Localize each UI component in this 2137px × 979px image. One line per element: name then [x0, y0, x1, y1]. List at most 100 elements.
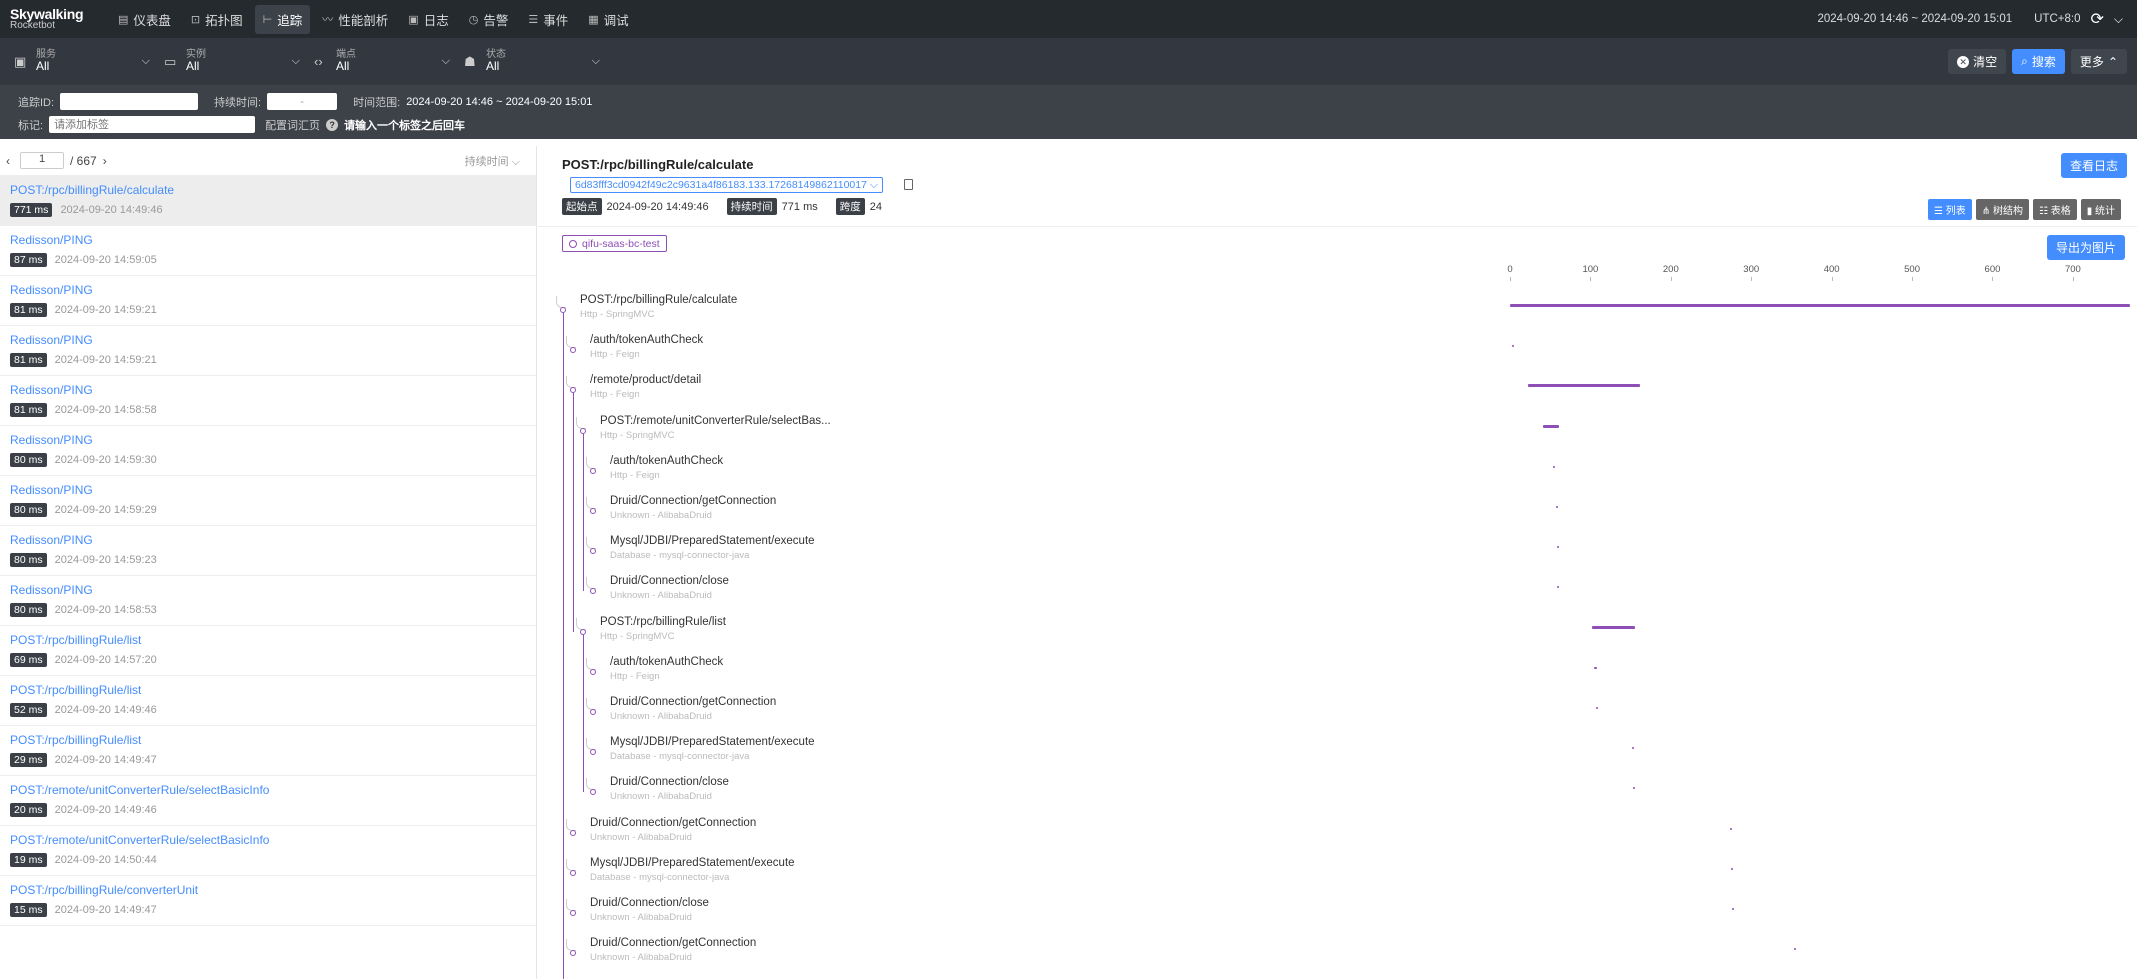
span-name[interactable]: Druid/Connection/getConnection: [590, 937, 756, 949]
span-duration-bar[interactable]: [1542, 424, 1560, 428]
tags-input[interactable]: [49, 116, 256, 133]
nav-item-1[interactable]: ⊡ 拓扑图: [183, 5, 251, 34]
timezone-display[interactable]: UTC+8:0: [2034, 13, 2080, 25]
trace-list-item[interactable]: POST:/rpc/billingRule/list 29 ms 2024-09-2…: [0, 726, 536, 776]
time-range-value[interactable]: 2024-09-20 14:46 ~ 2024-09-20 15:01: [406, 96, 592, 108]
span-name[interactable]: /auth/tokenAuthCheck: [610, 656, 723, 668]
span-row[interactable]: Mysql/JDBI/PreparedStatement/execute Data…: [538, 736, 2137, 776]
trace-list-item[interactable]: Redisson/PING 80 ms 2024-09-20 14:59:29: [0, 476, 536, 526]
span-duration-bar[interactable]: [1596, 707, 1599, 709]
trace-id-select[interactable]: 6d83fff3cd0942f49c2c9631a4f86183.133.172…: [570, 177, 883, 193]
span-name[interactable]: /remote/product/detail: [590, 374, 701, 386]
span-row[interactable]: Druid/Connection/getConnection Unknown - …: [538, 817, 2137, 857]
span-row[interactable]: /remote/product/detail Http - Feign: [538, 374, 2137, 414]
span-row[interactable]: /auth/tokenAuthCheck Http - Feign: [538, 656, 2137, 696]
trace-item-name[interactable]: Redisson/PING: [10, 283, 536, 297]
view-button-0[interactable]: ☰ 列表: [1928, 199, 1972, 220]
span-duration-bar[interactable]: [1730, 827, 1733, 830]
trace-item-name[interactable]: POST:/remote/unitConverterRule/selectBas…: [10, 833, 536, 847]
filter-select-3[interactable]: ☗ 状态 All ⌵: [464, 49, 614, 73]
span-name[interactable]: POST:/remote/unitConverterRule/selectBas…: [600, 415, 831, 427]
trace-item-name[interactable]: Redisson/PING: [10, 483, 536, 497]
trace-item-name[interactable]: POST:/remote/unitConverterRule/selectBas…: [10, 783, 536, 797]
trace-list-item[interactable]: Redisson/PING 87 ms 2024-09-20 14:59:05: [0, 226, 536, 276]
nav-item-7[interactable]: ▦ 调试: [580, 5, 636, 34]
span-duration-bar[interactable]: [1553, 465, 1556, 468]
trace-item-name[interactable]: Redisson/PING: [10, 583, 536, 597]
page-input[interactable]: 1: [20, 152, 64, 169]
trace-list-item[interactable]: Redisson/PING 80 ms 2024-09-20 14:59:23: [0, 526, 536, 576]
trace-list-item[interactable]: POST:/remote/unitConverterRule/selectBas…: [0, 776, 536, 826]
span-duration-bar[interactable]: [1510, 304, 2130, 307]
trace-list-item[interactable]: Redisson/PING 80 ms 2024-09-20 14:58:53: [0, 576, 536, 626]
trace-list-item[interactable]: Redisson/PING 80 ms 2024-09-20 14:59:30: [0, 426, 536, 476]
filter-select-1[interactable]: ▭ 实例 All ⌵: [164, 49, 314, 73]
trace-list-item[interactable]: Redisson/PING 81 ms 2024-09-20 14:58:58: [0, 376, 536, 426]
search-button[interactable]: ⌕ 搜索: [2012, 49, 2065, 74]
span-duration-bar[interactable]: [1511, 345, 1514, 348]
trace-item-name[interactable]: Redisson/PING: [10, 533, 536, 547]
span-row[interactable]: Druid/Connection/close Unknown - AlibabaD…: [538, 575, 2137, 615]
export-image-button[interactable]: 导出为图片: [2046, 235, 2125, 260]
trace-list-item[interactable]: POST:/remote/unitConverterRule/selectBas…: [0, 826, 536, 876]
trace-item-name[interactable]: POST:/rpc/billingRule/calculate: [10, 183, 536, 197]
trace-item-name[interactable]: Redisson/PING: [10, 333, 536, 347]
span-name[interactable]: /auth/tokenAuthCheck: [610, 455, 723, 467]
span-name[interactable]: Mysql/JDBI/PreparedStatement/execute: [610, 736, 815, 748]
time-range-display[interactable]: 2024-09-20 14:46 ~ 2024-09-20 15:01: [1817, 13, 2012, 25]
view-log-button[interactable]: 查看日志: [2060, 153, 2127, 178]
sort-select[interactable]: 持续时间 ⌵: [465, 153, 520, 169]
trace-list-item[interactable]: POST:/rpc/billingRule/calculate 771 ms 202…: [0, 176, 536, 226]
span-duration-bar[interactable]: [1556, 546, 1559, 549]
nav-item-6[interactable]: ☰ 事件: [520, 5, 576, 34]
span-row[interactable]: POST:/rpc/billingRule/list Http - SpringM…: [538, 616, 2137, 656]
trace-item-name[interactable]: POST:/rpc/billingRule/list: [10, 733, 536, 747]
span-duration-bar[interactable]: [1793, 948, 1796, 951]
span-name[interactable]: Druid/Connection/close: [590, 897, 709, 909]
span-row[interactable]: POST:/remote/unitConverterRule/selectBas…: [538, 415, 2137, 455]
prev-page-icon[interactable]: ‹: [6, 154, 10, 168]
span-duration-bar[interactable]: [1557, 586, 1560, 589]
nav-item-5[interactable]: ◷ 告警: [461, 5, 517, 34]
span-name[interactable]: Druid/Connection/close: [610, 575, 729, 587]
span-name[interactable]: /auth/tokenAuthCheck: [590, 334, 703, 346]
nav-item-3[interactable]: 〰性能剖析: [314, 5, 396, 34]
nav-item-2[interactable]: ⊢ 追踪: [254, 4, 311, 34]
trace-item-name[interactable]: Redisson/PING: [10, 383, 536, 397]
logo[interactable]: Skywalking Rocketbot: [0, 7, 110, 31]
more-button[interactable]: 更多 ⌃: [2070, 49, 2127, 74]
nav-item-0[interactable]: ▤ 仪表盘: [110, 5, 179, 34]
span-name[interactable]: Mysql/JDBI/PreparedStatement/execute: [610, 535, 815, 547]
trace-id-input[interactable]: [60, 93, 199, 110]
span-duration-bar[interactable]: [1633, 787, 1636, 790]
config-link[interactable]: 配置词汇页: [265, 117, 320, 133]
nav-item-4[interactable]: ▣ 日志: [400, 5, 456, 34]
trace-item-name[interactable]: POST:/rpc/billingRule/list: [10, 633, 536, 647]
span-row[interactable]: POST:/rpc/billingRule/calculate Http - Sp…: [538, 294, 2137, 334]
view-button-1[interactable]: ⋔ 树结构: [1975, 199, 2029, 220]
duration-range-input[interactable]: -: [267, 93, 338, 110]
span-row[interactable]: /auth/tokenAuthCheck Http - Feign: [538, 334, 2137, 374]
span-name[interactable]: Druid/Connection/getConnection: [610, 696, 776, 708]
span-row[interactable]: Druid/Connection/getConnection Unknown - …: [538, 495, 2137, 535]
next-page-icon[interactable]: ›: [103, 154, 107, 168]
trace-item-name[interactable]: Redisson/PING: [10, 433, 536, 447]
help-icon[interactable]: ?: [326, 118, 339, 131]
trace-list-item[interactable]: POST:/rpc/billingRule/converterUnit 15 ms…: [0, 876, 536, 926]
service-tag[interactable]: qifu-saas-bc-test: [562, 235, 667, 252]
span-row[interactable]: Druid/Connection/getConnection Unknown - …: [538, 696, 2137, 736]
span-row[interactable]: Druid/Connection/close Unknown - AlibabaD…: [538, 897, 2137, 937]
view-button-3[interactable]: ▮ 统计: [2080, 199, 2121, 220]
trace-item-name[interactable]: POST:/rpc/billingRule/list: [10, 683, 536, 697]
filter-select-2[interactable]: ‹› 端点 All ⌵: [314, 49, 464, 73]
span-duration-bar[interactable]: [1594, 666, 1597, 669]
span-duration-bar[interactable]: [1632, 747, 1635, 750]
span-duration-bar[interactable]: [1555, 506, 1558, 508]
copy-icon[interactable]: [904, 179, 913, 190]
trace-item-name[interactable]: Redisson/PING: [10, 233, 536, 247]
span-name[interactable]: Mysql/JDBI/PreparedStatement/execute: [590, 857, 795, 869]
span-duration-bar[interactable]: [1527, 384, 1641, 388]
view-button-2[interactable]: ☷ 表格: [2032, 199, 2077, 220]
span-name[interactable]: POST:/rpc/billingRule/calculate: [580, 294, 737, 306]
span-name[interactable]: Druid/Connection/getConnection: [610, 495, 776, 507]
